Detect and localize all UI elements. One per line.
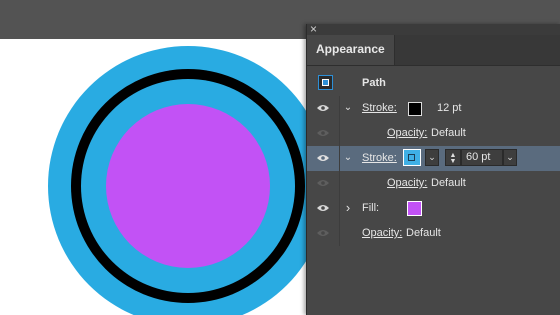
opacity-label[interactable]: Opacity:	[387, 125, 427, 141]
stroke-weight-input[interactable]: 60 pt	[461, 149, 503, 166]
opacity-row-path[interactable]: Opacity: Default	[307, 221, 560, 246]
purple-fill[interactable]	[106, 104, 270, 268]
visibility-column	[307, 171, 340, 196]
stroke-label[interactable]: Stroke:	[362, 150, 397, 166]
chevron-down-icon[interactable]: ⌄	[343, 152, 353, 164]
fill-swatch[interactable]	[407, 201, 422, 216]
chevron-down-icon[interactable]: ⌄	[343, 102, 353, 114]
stroke-row-black[interactable]: ⌄ Stroke: 12 pt	[307, 96, 560, 121]
tab-appearance[interactable]: Appearance	[307, 35, 395, 65]
circle-artwork[interactable]	[0, 39, 320, 315]
opacity-label[interactable]: Opacity:	[387, 175, 427, 191]
appearance-rows: Path ⌄ Stroke: 12 pt Opacity: Default ⌄ …	[307, 71, 560, 246]
artboard[interactable]	[0, 39, 320, 315]
eye-icon-dimmed[interactable]	[317, 129, 329, 137]
weight-dropdown-icon[interactable]: ⌄	[503, 149, 517, 166]
fill-row[interactable]: › Fill:	[307, 196, 560, 221]
visibility-column	[307, 221, 340, 246]
stroke-weight-value: 12 pt	[437, 102, 462, 114]
eye-icon-dimmed[interactable]	[317, 179, 329, 187]
visibility-column	[307, 96, 340, 121]
eye-icon[interactable]	[317, 104, 329, 112]
close-icon[interactable]: ×	[310, 22, 317, 36]
step-down-icon[interactable]: ▼	[449, 158, 457, 165]
opacity-label[interactable]: Opacity:	[362, 225, 402, 241]
path-row[interactable]: Path	[307, 71, 560, 96]
path-label: Path	[362, 77, 386, 89]
stroke-row-blue-selected[interactable]: ⌄ Stroke: ⌄ ▲ ▼ 60 pt ⌄	[307, 146, 560, 171]
stroke-color-swatch[interactable]	[403, 149, 421, 166]
panel-top-bar: ×	[307, 22, 560, 36]
visibility-column	[307, 196, 340, 221]
eye-icon-dimmed[interactable]	[317, 229, 329, 237]
opacity-value: Default	[431, 127, 466, 139]
appearance-panel: × Appearance Path ⌄ Stroke: 12 pt Opacit…	[306, 22, 560, 315]
stroke-label[interactable]: Stroke:	[362, 100, 397, 116]
opacity-row-stroke-black[interactable]: Opacity: Default	[307, 121, 560, 146]
eye-icon[interactable]	[317, 204, 329, 212]
opacity-value: Default	[406, 227, 441, 239]
stroke-swatch-black[interactable]	[408, 102, 422, 116]
chevron-right-icon[interactable]: ›	[343, 201, 353, 214]
visibility-column	[307, 121, 340, 146]
eye-icon[interactable]	[317, 154, 329, 162]
opacity-value: Default	[431, 177, 466, 189]
opacity-row-stroke-blue[interactable]: Opacity: Default	[307, 171, 560, 196]
path-icon	[318, 75, 333, 90]
swatch-dropdown-icon[interactable]: ⌄	[425, 149, 439, 166]
fill-label[interactable]: Fill:	[362, 200, 379, 216]
panel-tabbar: Appearance	[307, 35, 560, 66]
weight-stepper[interactable]: ▲ ▼	[445, 149, 461, 166]
visibility-column	[307, 146, 340, 171]
